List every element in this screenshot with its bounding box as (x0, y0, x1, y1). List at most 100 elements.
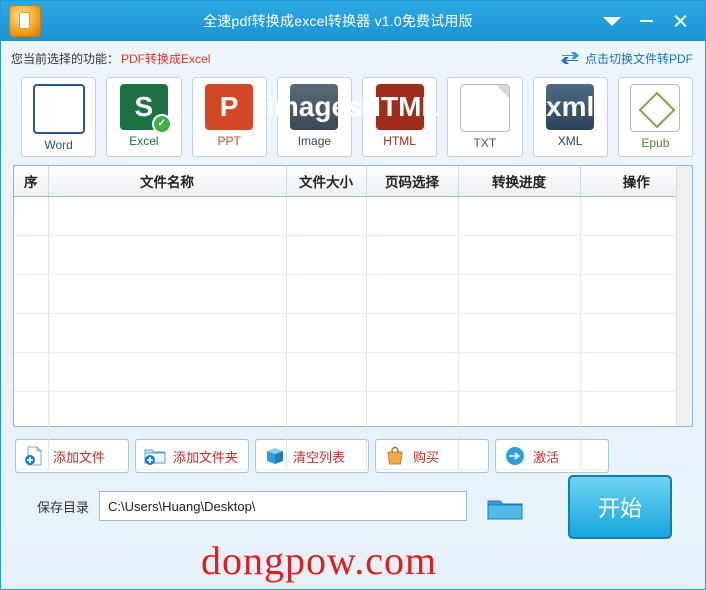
function-bar: 您当前选择的功能： PDF转换成Excel 点击切换文件转PDF (1, 41, 705, 71)
format-tile-html[interactable]: HTML HTML (361, 77, 439, 157)
column-header-index: 序 (14, 166, 49, 197)
format-label-ppt: PPT (217, 134, 241, 148)
cell (14, 391, 49, 431)
format-tile-excel[interactable]: S ✓ Excel (106, 77, 182, 157)
cell (366, 391, 459, 431)
table-row[interactable] (14, 313, 692, 353)
cell (14, 196, 49, 236)
table-row[interactable] (14, 352, 692, 392)
current-function-value: PDF转换成Excel (121, 51, 211, 66)
cell (286, 196, 367, 236)
image-glyph: images (266, 91, 363, 122)
app-logo-icon (9, 5, 41, 37)
xml-glyph: xml (546, 91, 595, 122)
cell (458, 235, 581, 275)
word-glyph: W (45, 93, 72, 124)
word-icon: W (32, 84, 85, 134)
minimize-icon[interactable] (629, 6, 663, 36)
cell (366, 313, 459, 353)
format-tiles: W Word S ✓ Excel P PPT images Image HTML… (1, 71, 705, 165)
format-tile-image[interactable]: images Image (266, 77, 363, 157)
excel-icon: S ✓ (119, 84, 172, 134)
table-row[interactable] (14, 196, 692, 236)
ppt-icon: P (205, 84, 254, 130)
ppt-glyph: P (219, 91, 239, 122)
format-tile-word[interactable]: W Word (21, 77, 97, 157)
save-path-value: C:\Users\Huang\Desktop\ (108, 498, 256, 514)
table-row[interactable] (14, 235, 692, 275)
cell (48, 430, 287, 470)
table-row[interactable] (14, 274, 692, 314)
clear-list-icon (264, 446, 286, 466)
browse-folder-button[interactable] (477, 491, 523, 521)
epub-icon (630, 84, 681, 132)
format-tile-ppt[interactable]: P PPT (191, 77, 267, 157)
save-path-input[interactable]: C:\Users\Huang\Desktop\ (99, 491, 468, 521)
application-window: 全速pdf转换成excel转换器 v1.0免费试用版 您当前选择的功能： PDF… (0, 0, 706, 590)
format-label-word: Word (44, 138, 73, 152)
cell (286, 430, 367, 470)
switch-mode-link[interactable]: 点击切换文件转PDF (560, 50, 693, 67)
excel-glyph: S (134, 91, 154, 122)
table-header-row: 序 文件名称 文件大小 页码选择 转换进度 操作 (14, 166, 692, 197)
column-header-filename: 文件名称 (48, 166, 287, 197)
cell (48, 313, 287, 353)
table-row[interactable] (14, 391, 692, 431)
cell (48, 274, 287, 314)
watermark: dongpow.com (201, 538, 438, 583)
start-button[interactable]: 开始 (568, 475, 672, 539)
cell (366, 352, 459, 392)
cell (458, 391, 581, 431)
cell (286, 274, 367, 314)
html-icon: HTML (361, 84, 439, 130)
cell (14, 352, 49, 392)
html-glyph: HTML (360, 91, 439, 122)
cell (458, 196, 581, 236)
format-tile-txt[interactable]: txt TXT (447, 77, 523, 157)
selected-check-icon: ✓ (151, 114, 172, 134)
cell (458, 313, 581, 353)
format-label-excel: Excel (129, 134, 159, 148)
cell (458, 352, 581, 392)
cell (458, 274, 581, 314)
file-list-table: 序 文件名称 文件大小 页码选择 转换进度 操作 (14, 166, 692, 470)
window-title: 全速pdf转换成excel转换器 v1.0免费试用版 (203, 13, 473, 29)
chevron-down-icon[interactable] (595, 6, 629, 36)
format-tile-epub[interactable]: Epub (617, 77, 693, 157)
format-label-epub: Epub (641, 136, 670, 150)
xml-icon: xml (546, 84, 594, 130)
cell (366, 235, 459, 275)
column-header-filesize: 文件大小 (286, 166, 367, 197)
format-tile-xml[interactable]: xml XML (532, 77, 608, 157)
folder-icon (486, 496, 523, 520)
cell (286, 352, 367, 392)
cell (48, 196, 287, 236)
table-row[interactable] (14, 430, 692, 470)
cell (48, 352, 287, 392)
current-function-label: 您当前选择的功能： (11, 51, 120, 66)
format-label-html: HTML (383, 134, 416, 148)
txt-icon: txt (459, 84, 510, 132)
save-directory-label: 保存目录 (37, 499, 90, 515)
cell (580, 430, 692, 470)
save-directory-row: 保存目录 C:\Users\Huang\Desktop\ 开始 (1, 473, 705, 539)
cell (14, 235, 49, 275)
file-list[interactable]: 序 文件名称 文件大小 页码选择 转换进度 操作 (13, 165, 693, 470)
activate-icon (504, 446, 526, 466)
table-body (14, 196, 692, 470)
close-icon[interactable] (663, 6, 697, 36)
switch-mode-label: 点击切换文件转PDF (584, 51, 693, 66)
format-label-image: Image (297, 134, 332, 148)
cell (48, 235, 287, 275)
vertical-scrollbar[interactable] (676, 166, 692, 426)
page-fold-icon (495, 85, 509, 98)
cell (366, 430, 459, 470)
column-header-progress: 转换进度 (458, 166, 581, 197)
format-label-xml: XML (557, 134, 583, 148)
cell (286, 313, 367, 353)
cell (286, 391, 367, 431)
column-header-pagerange: 页码选择 (366, 166, 459, 197)
epub-diamond-shape (638, 91, 676, 129)
cell (48, 391, 287, 431)
cell (366, 274, 459, 314)
